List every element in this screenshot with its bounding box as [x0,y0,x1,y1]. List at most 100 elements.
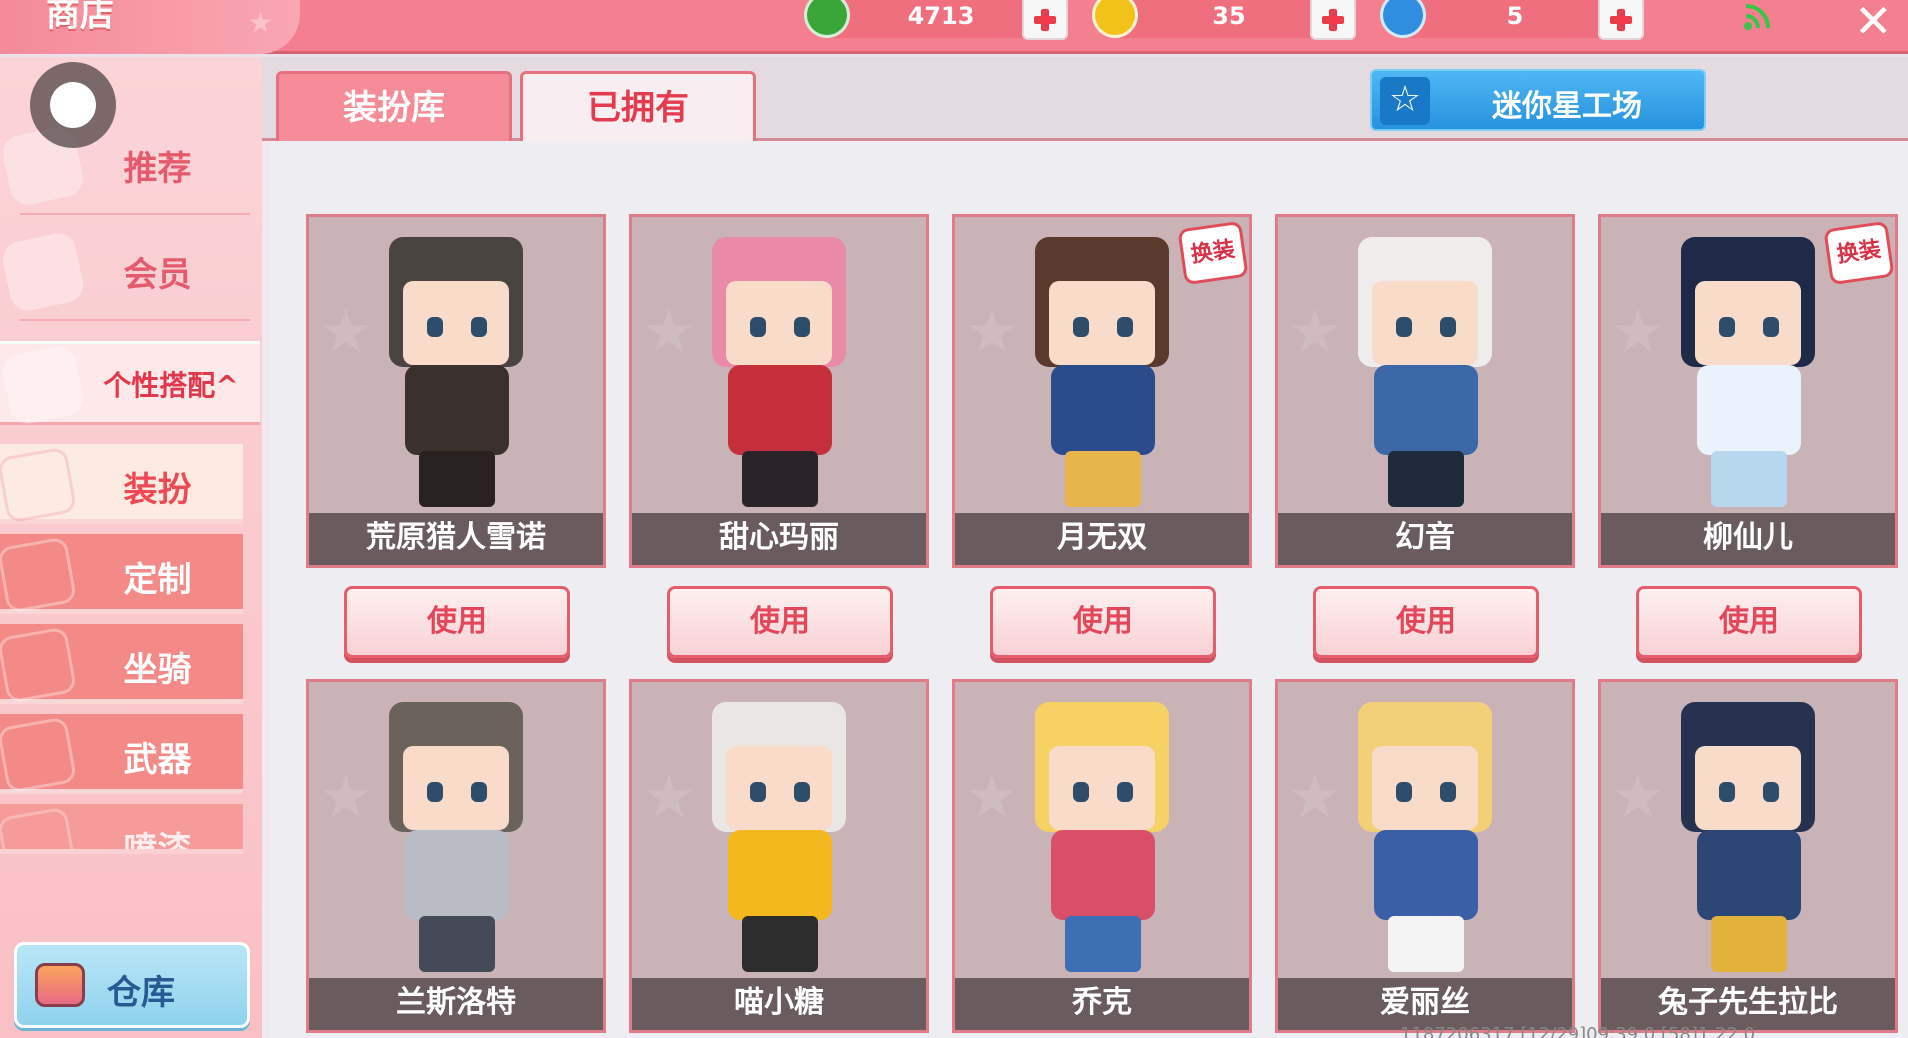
skin-name: 幻音 [1278,513,1572,565]
character-legs [419,451,495,507]
character-legs [742,451,818,507]
floating-record-button[interactable] [30,62,116,148]
skin-name: 爱丽丝 [1278,978,1572,1030]
sub-item-custom[interactable]: 定制 [0,534,243,614]
spray-can-icon [0,806,78,849]
mini-workshop-button[interactable]: ☆ 迷你星工场 [1370,69,1706,131]
character-eye [1763,782,1779,802]
shirt-icon [0,446,78,524]
tab-owned[interactable]: 已拥有 [520,71,756,141]
character-eye [1440,782,1456,802]
skin-card[interactable]: ★ 换装 柳仙儿 [1598,214,1898,568]
character-eye [1073,317,1089,337]
character-eye [1719,317,1735,337]
character-legs [1711,451,1787,507]
sidebar-item-label: 会员 [123,255,192,295]
currency-bean-value: 4713 [907,2,975,30]
character-legs [1711,916,1787,972]
treasure-chest-icon [35,963,85,1007]
wifi-signal-icon [1744,4,1770,30]
sub-item-mount[interactable]: 坐骑 [0,624,243,704]
vip-card-icon [0,230,87,314]
skin-card[interactable]: ★ 兰斯洛特 [306,679,606,1033]
character-eye [1117,782,1133,802]
character-eye [1763,317,1779,337]
skin-card[interactable]: ★ 乔克 [952,679,1252,1033]
skin-character-image [672,237,886,507]
skin-character-image [995,237,1209,507]
skin-grid: ★ 荒原猎人雪诺 使用 ★ 甜心玛丽 使用 ★ 换装 月无双 使用 ★ 幻音 使用 ★ 换装 柳仙儿 使用 ★ 兰斯… [270,141,1908,1038]
character-face [726,746,832,830]
character-eye [427,782,443,802]
add-bean-button[interactable] [1022,0,1068,40]
tab-bar: 装扮库 已拥有 ☆ 迷你星工场 [262,57,1908,141]
skin-name: 柳仙儿 [1601,513,1895,565]
character-body [1374,830,1478,920]
skin-card[interactable]: ★ 换装 月无双 [952,214,1252,568]
character-eye [750,317,766,337]
character-face [1049,746,1155,830]
skin-name: 甜心玛丽 [632,513,926,565]
skin-name: 月无双 [955,513,1249,565]
sub-item-label: 装扮 [123,470,192,510]
skin-character-image [1641,237,1855,507]
sub-item-label: 喷漆 [123,830,192,854]
character-face [1695,746,1801,830]
sub-item-label: 坐骑 [123,650,192,690]
character-legs [742,916,818,972]
skin-card[interactable]: ★ 喵小糖 [629,679,929,1033]
workshop-label: 迷你星工场 [1492,89,1642,124]
sub-item-weapon[interactable]: 武器 [0,714,243,794]
debug-info-text: 1187206317 [12/29]09:39.0 [58]1.22.0 [1400,1024,1756,1038]
skin-card[interactable]: ★ 荒原猎人雪诺 [306,214,606,568]
close-icon[interactable]: ✕ [1854,0,1893,48]
skin-name: 兰斯洛特 [309,978,603,1030]
currency-coin-value: 35 [1212,2,1246,30]
use-button[interactable]: 使用 [667,586,893,658]
sub-item-spray[interactable]: 喷漆 [0,804,243,854]
character-face [403,746,509,830]
skin-name: 乔克 [955,978,1249,1030]
skin-character-image [349,702,563,972]
saddle-icon [0,626,78,704]
skin-name: 兔子先生拉比 [1601,978,1895,1030]
skin-character-image [1318,702,1532,972]
sidebar-item-label: 个性搭配^ [103,369,239,402]
star-decoration-icon: ★ [248,6,274,39]
character-eye [427,317,443,337]
sidebar-item-personal-style[interactable]: 个性搭配^ [0,341,260,427]
character-eye [1073,782,1089,802]
pencil-icon [0,536,78,614]
tab-outfit-library[interactable]: 装扮库 [276,71,512,141]
change-outfit-badge: 换装 [1177,220,1249,286]
skin-card[interactable]: ★ 幻音 [1275,214,1575,568]
character-body [728,365,832,455]
hanger-icon [0,343,87,427]
skin-character-image [672,702,886,972]
skin-card[interactable]: ★ 兔子先生拉比 [1598,679,1898,1033]
gun-icon [0,716,78,794]
character-body [1697,830,1801,920]
main-panel: 装扮库 已拥有 ☆ 迷你星工场 ★ 荒原猎人雪诺 使用 ★ 甜心玛丽 使用 ★ 换装 月无双 使用… [262,57,1908,1038]
warehouse-button[interactable]: 仓库 [14,942,250,1028]
add-coin-button[interactable] [1310,0,1356,40]
sidebar: 推荐 会员 个性搭配^ 装扮 定制 坐骑 武器 喷漆 [0,57,262,1038]
use-button[interactable]: 使用 [344,586,570,658]
skin-card[interactable]: ★ 甜心玛丽 [629,214,929,568]
skin-card[interactable]: ★ 爱丽丝 [1275,679,1575,1033]
star-icon: ☆ [1380,77,1430,125]
character-eye [1396,782,1412,802]
character-legs [1388,916,1464,972]
divider [20,213,250,215]
character-body [1051,365,1155,455]
skin-character-image [1641,702,1855,972]
use-button[interactable]: 使用 [1313,586,1539,658]
add-point-button[interactable] [1598,0,1644,40]
character-eye [750,782,766,802]
character-eye [794,782,810,802]
sidebar-item-label: 推荐 [123,149,192,189]
use-button[interactable]: 使用 [990,586,1216,658]
use-button[interactable]: 使用 [1636,586,1862,658]
sub-item-outfit[interactable]: 装扮 [0,444,243,524]
sidebar-item-vip[interactable]: 会员 [0,221,260,321]
